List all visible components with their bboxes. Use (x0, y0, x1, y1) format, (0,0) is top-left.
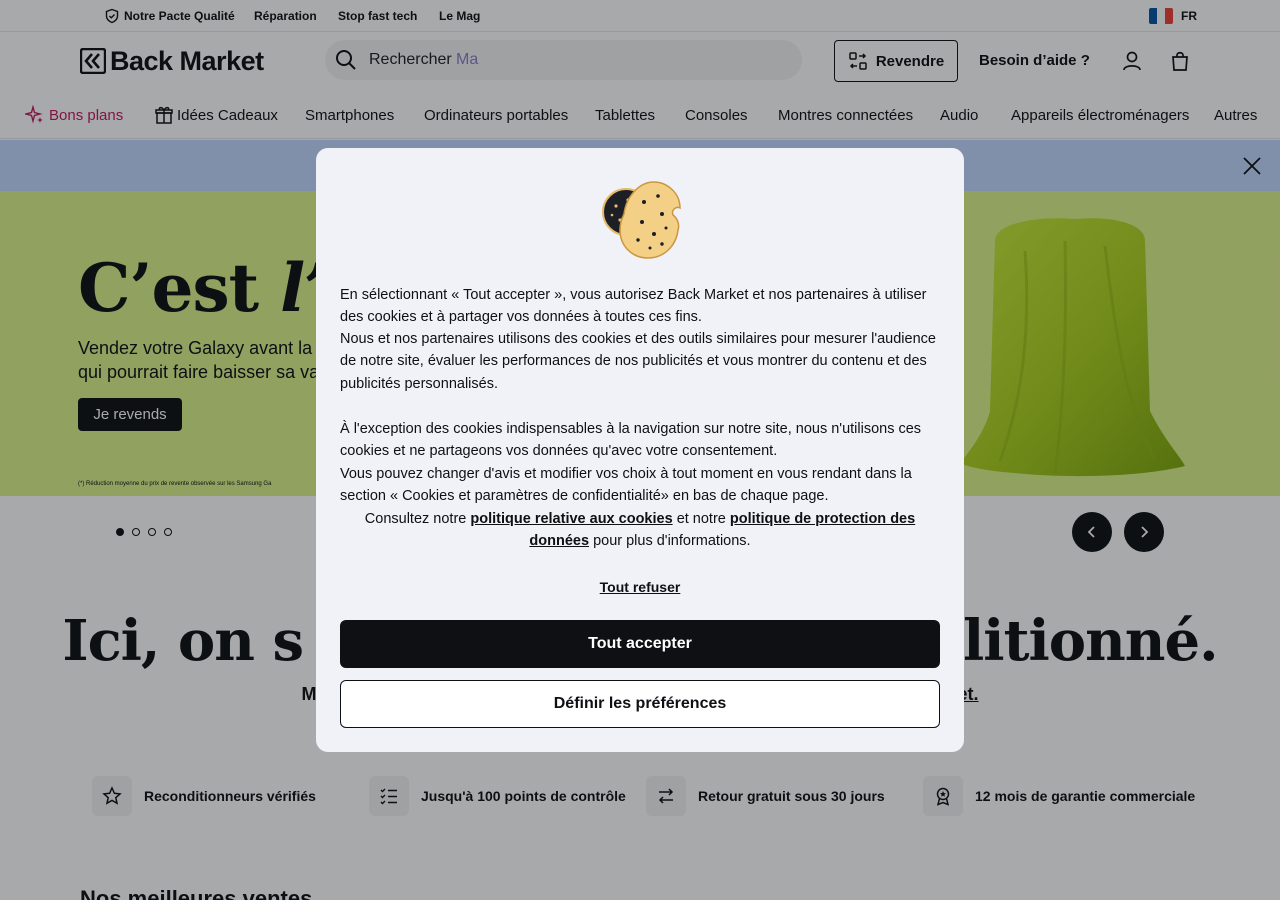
refuse-all-link[interactable]: Tout refuser (316, 579, 964, 595)
cookie-text-consent: À l'exception des cookies indispensables… (340, 421, 922, 460)
set-preferences-button[interactable]: Définir les préférences (340, 680, 940, 728)
cookie-text-change: Vous pouvez changer d'avis et modifier v… (340, 466, 912, 505)
cookie-icon (602, 181, 681, 259)
cookie-text-policies: Consultez notre politique relative aux c… (364, 511, 916, 550)
cookie-consent-modal: En sélectionnant « Tout accepter », vous… (316, 148, 964, 752)
cookie-text-purposes: Nous et nos partenaires utilisons des co… (340, 331, 936, 392)
accept-all-button[interactable]: Tout accepter (340, 620, 940, 668)
cookie-text-accept: En sélectionnant « Tout accepter », vous… (340, 287, 927, 326)
cookie-policy-link[interactable]: politique relative aux cookies (470, 511, 672, 527)
